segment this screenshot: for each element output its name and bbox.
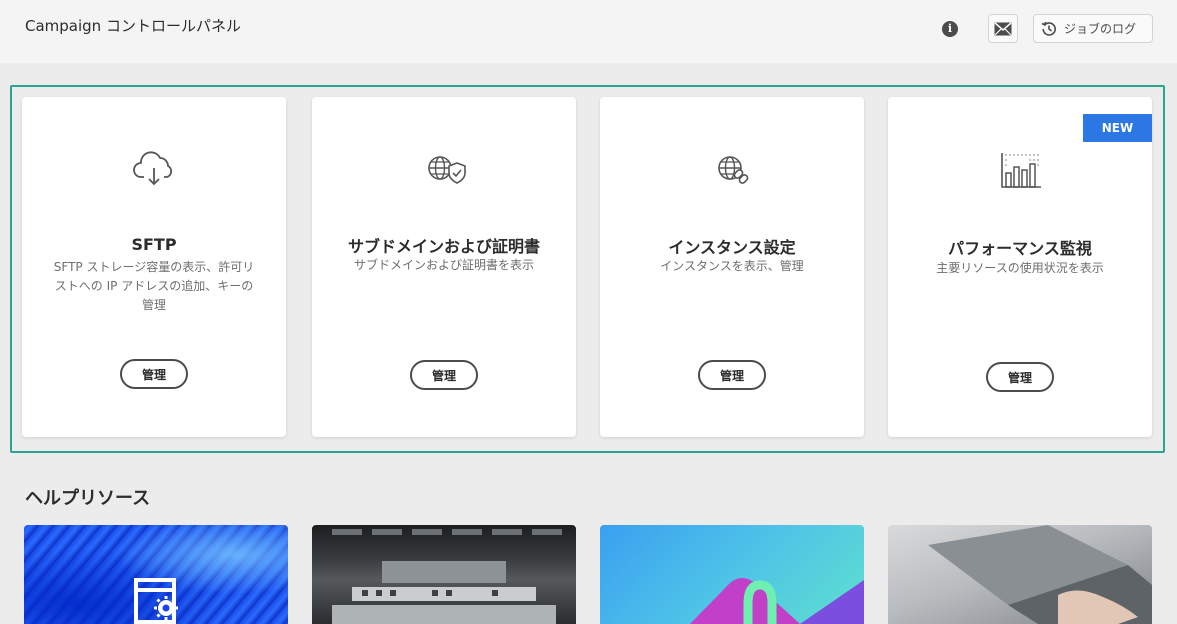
- job-log-label: ジョブのログ: [1064, 22, 1137, 36]
- globe-shield-icon: [428, 156, 466, 184]
- card-description: SFTP ストレージ容量の表示、許可リストへの IP アドレスの追加、キーの管理: [53, 260, 255, 312]
- card-description: インスタンスを表示、管理: [660, 259, 804, 273]
- card-description: 主要リソースの使用状況を表示: [936, 261, 1104, 275]
- email-button[interactable]: [988, 14, 1018, 43]
- card-sftp: SFTP SFTP ストレージ容量の表示、許可リストへの IP アドレスの追加、…: [22, 97, 286, 437]
- mail-icon: [994, 21, 1012, 35]
- card-description: サブドメインおよび証明書を表示: [353, 258, 534, 272]
- new-badge: NEW: [1083, 114, 1152, 142]
- app-title: Campaign コントロールパネル: [25, 17, 241, 35]
- help-resource-tile[interactable]: [888, 525, 1152, 624]
- help-resources-heading: ヘルプリソース: [25, 488, 151, 509]
- control-panel-page: Campaign コントロールパネル i ジョブのログ SFTP SFTP スト…: [0, 0, 1177, 624]
- card-title: パフォーマンス監視: [948, 239, 1092, 258]
- bar-chart-icon: [1001, 153, 1041, 188]
- cloud-download-icon: [133, 151, 173, 186]
- manage-button[interactable]: 管理: [120, 359, 188, 389]
- card-title: SFTP: [131, 235, 177, 254]
- card-subdomains: サブドメインおよび証明書 サブドメインおよび証明書を表示 管理: [312, 97, 576, 437]
- header-bar: Campaign コントロールパネル i ジョブのログ: [0, 0, 1177, 63]
- abstract-shape-image: [690, 578, 864, 624]
- settings-window-icon: [134, 578, 178, 624]
- globe-link-icon: [718, 156, 749, 184]
- control-room-image: [332, 529, 562, 624]
- laptop-typing-image: [928, 525, 1152, 624]
- manage-button[interactable]: 管理: [986, 362, 1054, 392]
- manage-button[interactable]: 管理: [698, 360, 766, 390]
- card-instance-settings: インスタンス設定 インスタンスを表示、管理 管理: [600, 97, 864, 437]
- help-resource-tile[interactable]: [24, 525, 288, 624]
- help-resource-tile[interactable]: [600, 525, 864, 624]
- manage-button[interactable]: 管理: [410, 360, 478, 390]
- help-resource-tile[interactable]: [312, 525, 576, 624]
- history-icon: [1041, 21, 1056, 36]
- card-title: インスタンス設定: [668, 238, 796, 257]
- job-log-button[interactable]: ジョブのログ: [1033, 14, 1153, 43]
- card-title: サブドメインおよび証明書: [347, 237, 540, 256]
- info-icon[interactable]: i: [942, 21, 958, 37]
- card-performance-monitoring: NEW パフォーマンス監視 主要リソースの使用状況を表示 管理: [888, 97, 1152, 437]
